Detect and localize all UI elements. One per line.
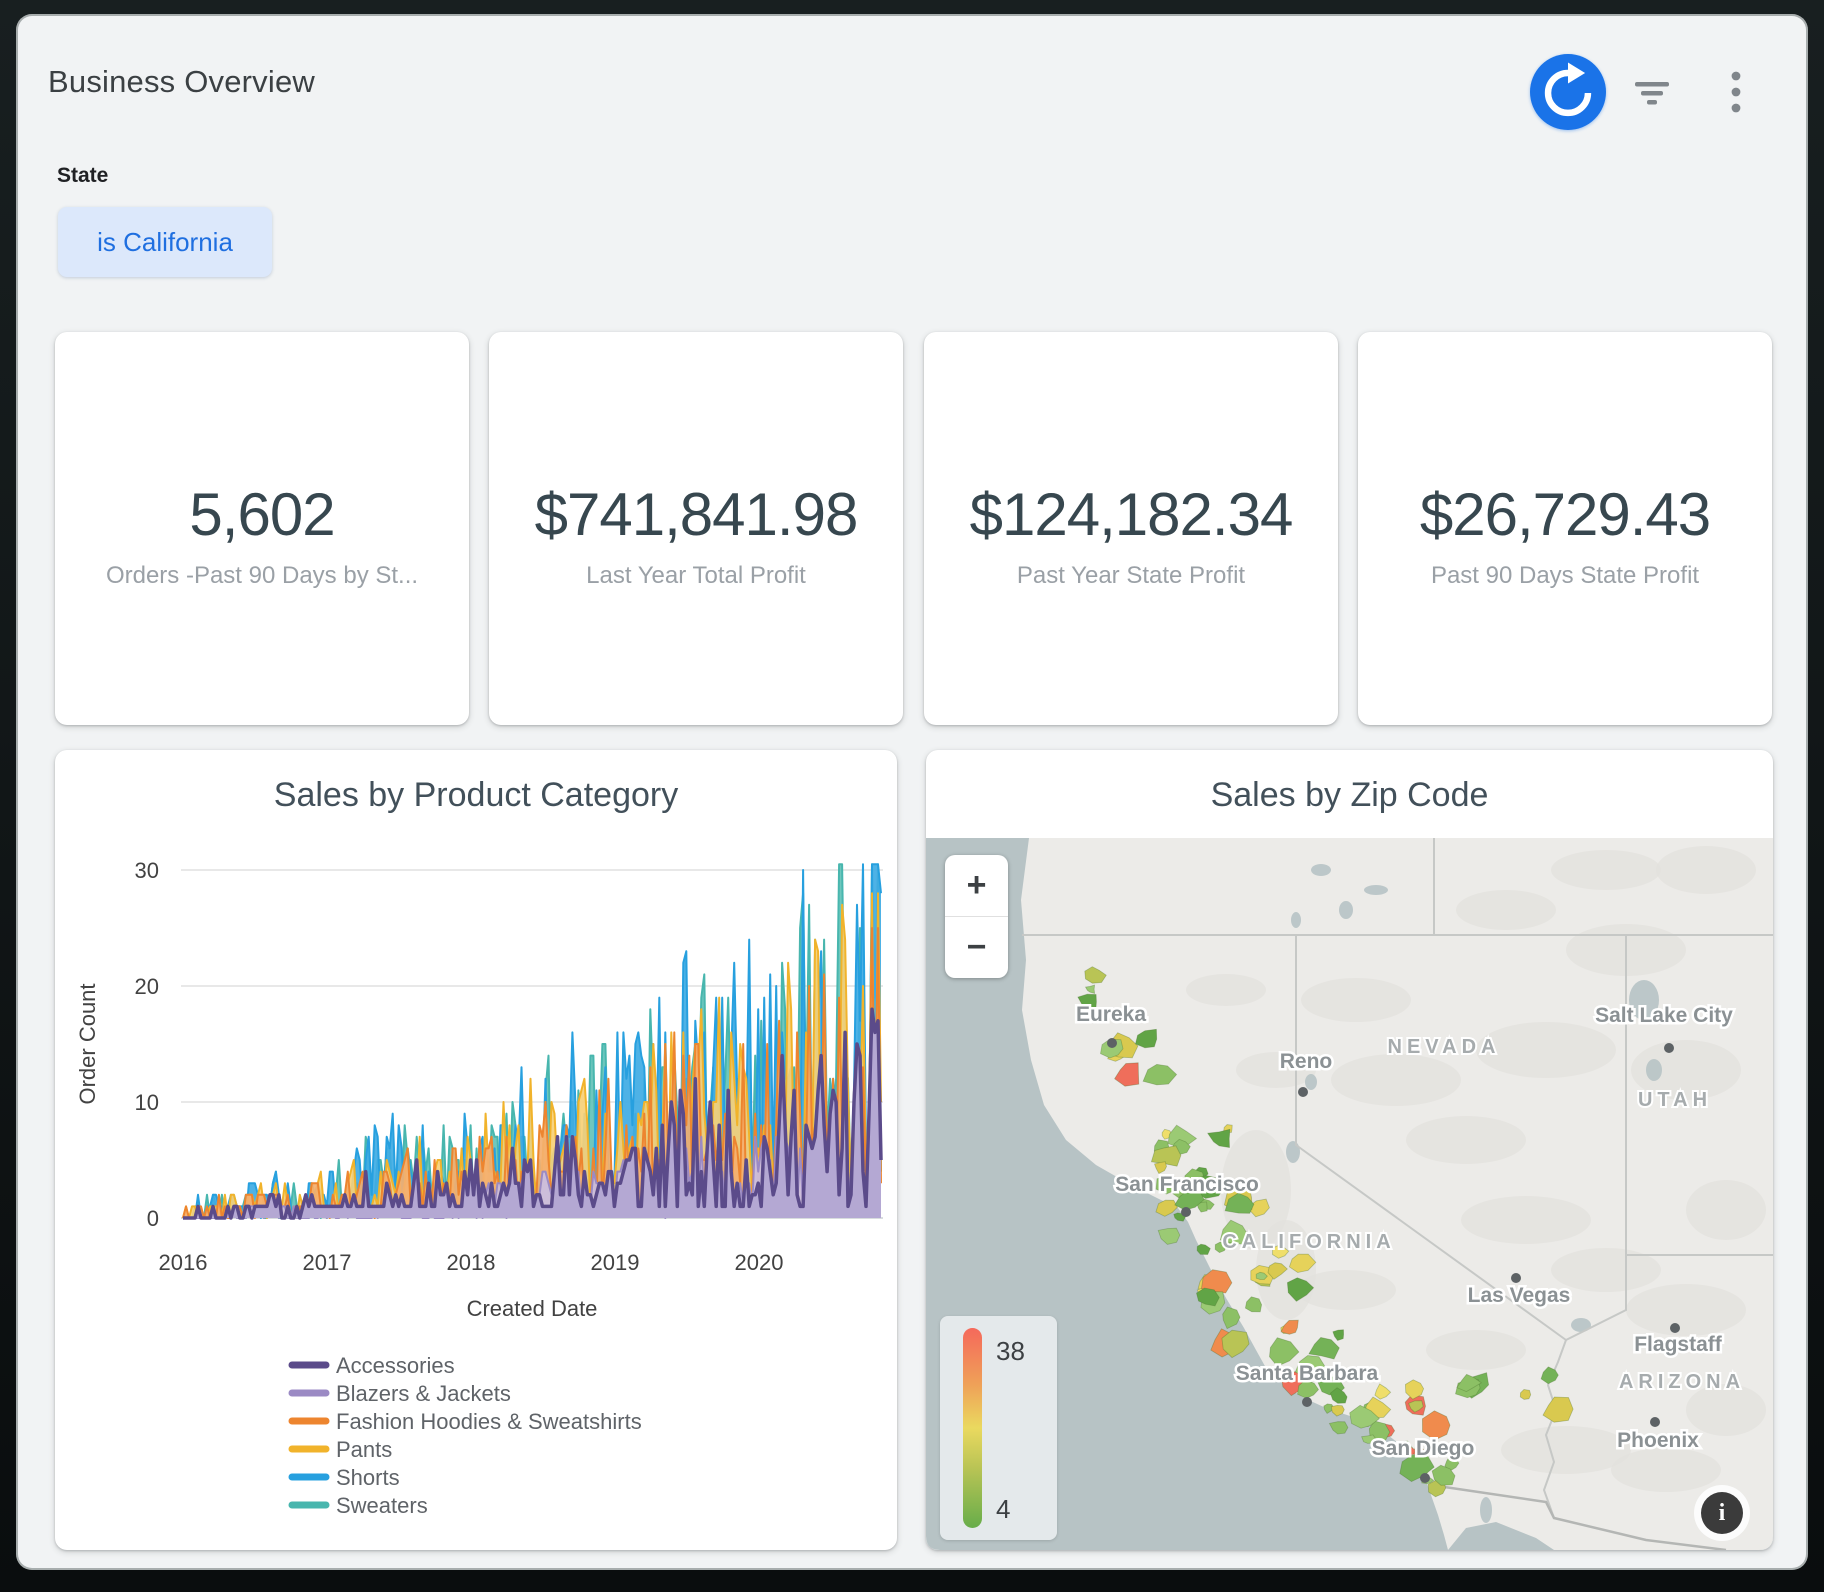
terrain-shade — [1551, 850, 1661, 890]
state-label-california: CALIFORNIA — [1222, 1231, 1395, 1253]
legend-label: Accessories — [336, 1353, 455, 1378]
terrain-shade — [1686, 1180, 1766, 1240]
city-label-eureka: Eureka — [1076, 1003, 1146, 1026]
terrain-shade — [1406, 1116, 1526, 1164]
city-dot-reno — [1298, 1087, 1308, 1097]
city-label-santa-barbara: Santa Barbara — [1236, 1362, 1379, 1385]
city-label-phoenix: Phoenix — [1617, 1429, 1699, 1452]
scorecard-past-year-state-profit: $124,182.34 Past Year State Profit — [924, 332, 1338, 725]
scale-min-label: 4 — [996, 1494, 1010, 1525]
lake — [1291, 912, 1301, 928]
terrain-shade — [1301, 978, 1411, 1022]
kebab-icon — [1718, 103, 1754, 120]
city-dot-santa-barbara — [1302, 1397, 1312, 1407]
refresh-icon — [1530, 117, 1606, 134]
zoom-out-button[interactable]: − — [945, 917, 1008, 978]
sales-by-zip-card: Sales by Zip Code Eureka Reno San Francisc… — [926, 750, 1773, 1550]
window-frame: Business Overview — [0, 0, 1824, 1592]
lake — [1480, 1497, 1492, 1523]
chart-title: Sales by Product Category — [55, 776, 897, 815]
scorecard-value: $26,729.43 — [1358, 480, 1772, 549]
city-label-san-francisco: San Francisco — [1115, 1173, 1259, 1196]
city-dot-phoenix — [1650, 1417, 1660, 1427]
scorecard-label: Last Year Total Profit — [489, 562, 903, 590]
scorecard-last-year-profit: $741,841.98 Last Year Total Profit — [489, 332, 903, 725]
terrain-shade — [1331, 1054, 1461, 1106]
scorecard-value: $741,841.98 — [489, 480, 903, 549]
filter-icon — [1630, 101, 1674, 118]
state-label-arizona: ARIZONA — [1619, 1371, 1745, 1393]
state-filter-chip[interactable]: is California — [58, 207, 272, 277]
city-dot-san-diego — [1420, 1473, 1430, 1483]
filter-control[interactable] — [1630, 70, 1674, 114]
city-label-reno: Reno — [1280, 1050, 1333, 1073]
lake — [1286, 1141, 1300, 1163]
city-dot-san-francisco — [1181, 1207, 1191, 1217]
color-gradient-bar — [963, 1328, 982, 1528]
terrain-shade — [1656, 846, 1756, 894]
lake — [1305, 1074, 1317, 1090]
scorecard-label: Past Year State Profit — [924, 562, 1338, 590]
legend-label: Blazers & Jackets — [336, 1381, 511, 1406]
y-tick-label: 0 — [147, 1206, 159, 1231]
more-menu-button[interactable] — [1718, 68, 1754, 116]
zip-region[interactable] — [1520, 1390, 1530, 1400]
terrain-shade — [1461, 1196, 1591, 1244]
terrain-shade — [1186, 974, 1266, 1006]
lake — [1311, 864, 1331, 876]
state-label-nevada: NEVADA — [1388, 1036, 1501, 1058]
state-label-utah: UTAH — [1638, 1089, 1712, 1111]
chip-label: is California — [97, 227, 233, 258]
scorecard-orders: 5,602 Orders -Past 90 Days by St... — [55, 332, 469, 725]
city-dot-las-vegas — [1511, 1273, 1521, 1283]
refresh-button[interactable] — [1530, 54, 1606, 130]
city-dot-eureka — [1107, 1038, 1117, 1048]
city-label-flagstaff: Flagstaff — [1634, 1333, 1723, 1356]
y-tick-label: 20 — [135, 974, 159, 999]
legend-label: Pants — [336, 1437, 392, 1462]
lake — [1364, 885, 1388, 895]
sales-by-category-card: Sales by Product Category 0 10 20 30 2016 201… — [55, 750, 897, 1550]
scorecard-value: 5,602 — [55, 480, 469, 549]
scorecard-label: Orders -Past 90 Days by St... — [55, 562, 469, 590]
terrain-shade — [1456, 890, 1556, 930]
dashboard: Business Overview — [16, 14, 1808, 1570]
map-zoom-control: + − — [945, 855, 1008, 978]
city-dot-flagstaff — [1670, 1323, 1680, 1333]
map-title: Sales by Zip Code — [926, 776, 1773, 815]
legend-label: Fashion Hoodies & Sweatshirts — [336, 1409, 642, 1434]
terrain-shade — [1626, 1284, 1746, 1336]
y-tick-label: 10 — [135, 1090, 159, 1115]
terrain-shade — [1501, 1426, 1631, 1474]
y-tick-label: 30 — [135, 858, 159, 883]
x-tick-label: 2018 — [447, 1250, 496, 1275]
city-label-san-diego: San Diego — [1372, 1437, 1475, 1460]
info-button[interactable]: i — [1694, 1485, 1750, 1541]
info-icon: i — [1701, 1492, 1743, 1534]
zoom-in-button[interactable]: + — [945, 855, 1008, 916]
scale-max-label: 38 — [996, 1336, 1025, 1367]
scorecard-label: Past 90 Days State Profit — [1358, 562, 1772, 590]
city-dot-salt-lake-city — [1664, 1043, 1674, 1053]
page-title: Business Overview — [48, 64, 315, 100]
filter-field-label: State — [57, 164, 108, 188]
terrain-shade — [1426, 1330, 1526, 1370]
color-scale-legend: 38 4 — [940, 1316, 1057, 1540]
legend-label: Shorts — [336, 1465, 400, 1490]
x-tick-label: 2016 — [159, 1250, 208, 1275]
x-tick-label: 2020 — [735, 1250, 784, 1275]
lake — [1339, 901, 1353, 919]
lake — [1646, 1059, 1662, 1081]
legend-label: Sweaters — [336, 1493, 428, 1518]
sales-by-category-chart: 0 10 20 30 2016 2017 2018 2019 2020 Created Date O… — [55, 750, 897, 1550]
x-tick-label: 2017 — [303, 1250, 352, 1275]
y-axis-title: Order Count — [75, 983, 100, 1104]
terrain-shade — [1611, 1448, 1721, 1492]
city-label-salt-lake-city: Salt Lake City — [1595, 1004, 1733, 1027]
scorecard-value: $124,182.34 — [924, 480, 1338, 549]
x-axis-title: Created Date — [467, 1296, 598, 1321]
x-tick-label: 2019 — [591, 1250, 640, 1275]
scorecard-past-90-days-state-profit: $26,729.43 Past 90 Days State Profit — [1358, 332, 1772, 725]
city-label-las-vegas: Las Vegas — [1468, 1284, 1571, 1307]
